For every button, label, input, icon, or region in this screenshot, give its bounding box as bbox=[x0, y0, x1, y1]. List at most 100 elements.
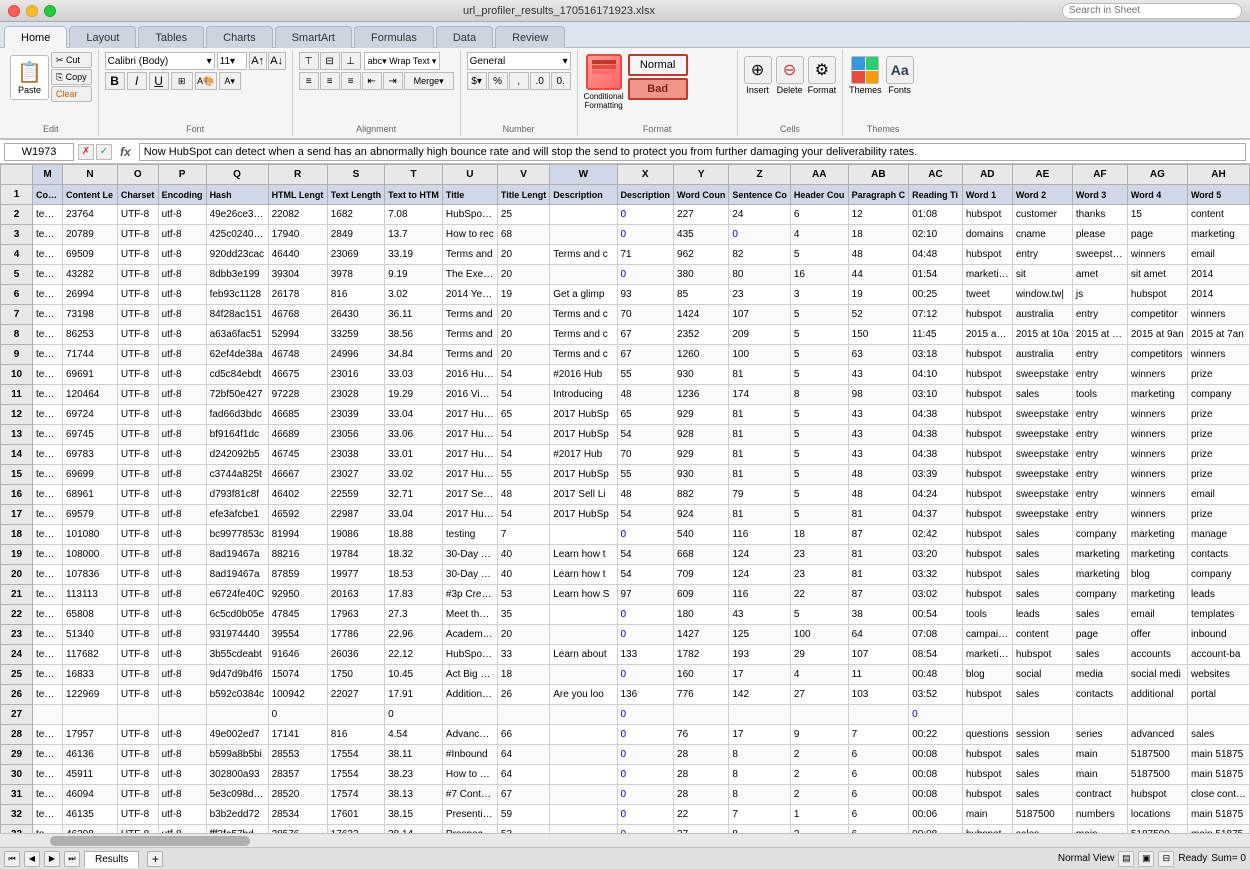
table-cell[interactable]: 124 bbox=[729, 545, 791, 565]
table-row[interactable]: 29text/html;cl46136UTF-8utf-8b599a8b5bi2… bbox=[1, 745, 1250, 765]
table-cell[interactable]: testing bbox=[442, 525, 497, 545]
table-cell[interactable]: 0 bbox=[617, 785, 674, 805]
table-cell[interactable]: hubspot bbox=[962, 685, 1012, 705]
table-cell[interactable]: 54 bbox=[617, 505, 674, 525]
table-cell[interactable]: Terms and c bbox=[550, 245, 617, 265]
table-cell[interactable]: 709 bbox=[674, 565, 729, 585]
table-cell[interactable]: blog bbox=[1127, 565, 1187, 585]
table-cell[interactable]: text/html;cl bbox=[33, 285, 63, 305]
table-cell[interactable]: 34.84 bbox=[385, 345, 443, 365]
table-cell[interactable]: #3p Creative bbox=[442, 585, 497, 605]
table-cell[interactable]: text/html;cl bbox=[33, 585, 63, 605]
number-format-dropdown[interactable]: General ▾ bbox=[467, 52, 571, 70]
table-cell[interactable]: portal bbox=[1187, 685, 1249, 705]
table-cell[interactable]: The Executi bbox=[442, 265, 497, 285]
table-cell[interactable]: utf-8 bbox=[158, 765, 206, 785]
table-cell[interactable]: 22.12 bbox=[385, 645, 443, 665]
font-size-dropdown[interactable]: 11 ▾ bbox=[217, 52, 247, 70]
table-cell[interactable]: websites bbox=[1187, 665, 1249, 685]
col-header-r[interactable]: R bbox=[268, 165, 327, 185]
table-cell[interactable]: 46768 bbox=[268, 305, 327, 325]
table-cell[interactable]: 54 bbox=[497, 505, 549, 525]
table-cell[interactable]: 43 bbox=[848, 365, 909, 385]
table-cell[interactable]: sweepstake bbox=[1012, 485, 1072, 505]
table-cell[interactable]: 33.19 bbox=[385, 245, 443, 265]
table-cell[interactable]: 97 bbox=[617, 585, 674, 605]
table-cell[interactable]: 4 bbox=[790, 225, 848, 245]
table-row[interactable]: 22text/html;cl65808UTF-8utf-86c5cd0b05e4… bbox=[1, 605, 1250, 625]
table-cell[interactable]: 23039 bbox=[327, 405, 384, 425]
table-cell[interactable]: js bbox=[1072, 285, 1127, 305]
table-row[interactable]: 31text/html;cl46094UTF-8utf-85e3c098d842… bbox=[1, 785, 1250, 805]
font-name-dropdown[interactable]: Calibri (Body) ▾ bbox=[105, 52, 215, 70]
font-color-button[interactable]: A▾ bbox=[219, 72, 241, 90]
table-cell[interactable]: 00:54 bbox=[909, 605, 963, 625]
table-cell[interactable]: 69579 bbox=[63, 505, 118, 525]
decimal-decrease-btn[interactable]: 0. bbox=[551, 72, 571, 90]
table-cell[interactable]: 23028 bbox=[327, 385, 384, 405]
table-cell[interactable]: utf-8 bbox=[158, 245, 206, 265]
table-cell[interactable]: 81 bbox=[729, 425, 791, 445]
table-cell[interactable]: 33.06 bbox=[385, 425, 443, 445]
table-cell[interactable]: 65 bbox=[497, 405, 549, 425]
table-cell[interactable]: 18.88 bbox=[385, 525, 443, 545]
table-cell[interactable]: company bbox=[1187, 385, 1249, 405]
table-cell[interactable]: advanced bbox=[1127, 725, 1187, 745]
table-cell[interactable]: UTF-8 bbox=[117, 785, 158, 805]
table-cell[interactable]: UTF-8 bbox=[117, 625, 158, 645]
table-cell[interactable]: 150 bbox=[848, 325, 909, 345]
table-cell[interactable]: text/html;cl bbox=[33, 745, 63, 765]
table-cell[interactable]: utf-8 bbox=[158, 785, 206, 805]
table-cell[interactable]: 0 bbox=[617, 665, 674, 685]
table-cell[interactable]: hubspot bbox=[1012, 645, 1072, 665]
table-cell[interactable]: 00:08 bbox=[909, 765, 963, 785]
table-cell[interactable]: 55 bbox=[617, 465, 674, 485]
table-cell[interactable] bbox=[442, 705, 497, 725]
table-cell[interactable]: Learn about bbox=[550, 645, 617, 665]
table-cell[interactable]: text/html;cl bbox=[33, 445, 63, 465]
table-cell[interactable]: 92950 bbox=[268, 585, 327, 605]
table-cell[interactable]: 5 bbox=[790, 305, 848, 325]
sheet-nav-last[interactable]: ⏭ bbox=[64, 851, 80, 867]
table-cell[interactable]: 0 bbox=[617, 725, 674, 745]
table-cell[interactable]: prize bbox=[1187, 465, 1249, 485]
table-cell[interactable]: marketing bbox=[962, 645, 1012, 665]
table-cell[interactable]: 00:25 bbox=[909, 285, 963, 305]
table-cell[interactable]: Introducing bbox=[550, 385, 617, 405]
table-cell[interactable]: UTF-8 bbox=[117, 825, 158, 834]
table-cell[interactable]: 25 bbox=[497, 205, 549, 225]
table-cell[interactable]: 122969 bbox=[63, 685, 118, 705]
table-cell[interactable]: UTF-8 bbox=[117, 685, 158, 705]
table-cell[interactable]: hubspot bbox=[962, 785, 1012, 805]
table-cell[interactable] bbox=[206, 705, 268, 725]
table-cell[interactable]: content bbox=[1012, 625, 1072, 645]
table-cell[interactable]: 17940 bbox=[268, 225, 327, 245]
table-cell[interactable]: 6 bbox=[848, 825, 909, 834]
table-cell[interactable]: 24996 bbox=[327, 345, 384, 365]
table-cell[interactable]: entry bbox=[1072, 445, 1127, 465]
table-cell[interactable]: sales bbox=[1012, 685, 1072, 705]
table-cell[interactable]: 0 bbox=[617, 705, 674, 725]
table-cell[interactable]: 2017 HubSp bbox=[550, 425, 617, 445]
table-cell[interactable]: 9.19 bbox=[385, 265, 443, 285]
table-cell[interactable]: 69691 bbox=[63, 365, 118, 385]
table-cell[interactable]: 107836 bbox=[63, 565, 118, 585]
table-cell[interactable]: hubspot bbox=[1127, 285, 1187, 305]
table-cell[interactable]: 01:08 bbox=[909, 205, 963, 225]
paste-button[interactable]: 📋 Paste bbox=[10, 55, 49, 100]
table-cell[interactable]: 54 bbox=[617, 545, 674, 565]
align-bottom-btn[interactable]: ⊥ bbox=[341, 52, 361, 70]
table-cell[interactable]: 2 bbox=[790, 765, 848, 785]
col-header-w[interactable]: W bbox=[550, 165, 617, 185]
table-cell[interactable]: 1 bbox=[790, 805, 848, 825]
table-cell[interactable]: Learn how t bbox=[550, 545, 617, 565]
table-cell[interactable]: prize bbox=[1187, 405, 1249, 425]
table-cell[interactable]: winners bbox=[1127, 505, 1187, 525]
table-cell[interactable]: 929 bbox=[674, 445, 729, 465]
table-cell[interactable]: How to rec bbox=[442, 225, 497, 245]
table-cell[interactable]: utf-8 bbox=[158, 825, 206, 834]
table-cell[interactable]: winners bbox=[1187, 305, 1249, 325]
table-cell[interactable]: UTF-8 bbox=[117, 465, 158, 485]
table-cell[interactable]: Additional H bbox=[442, 685, 497, 705]
table-cell[interactable]: 17554 bbox=[327, 765, 384, 785]
